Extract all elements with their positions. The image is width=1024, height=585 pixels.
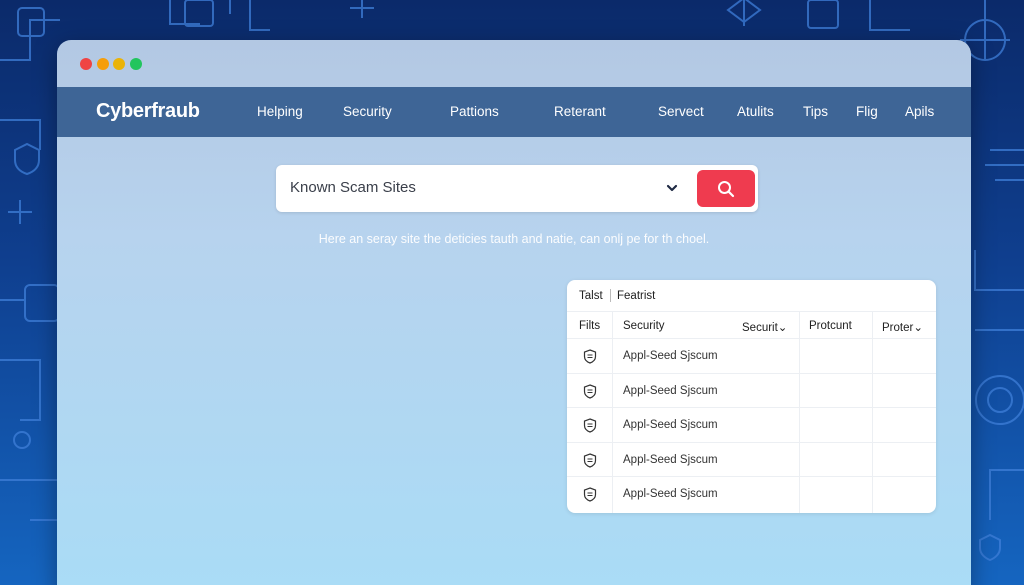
extra-window-button[interactable] <box>113 58 125 70</box>
column-header-proter[interactable]: Proter⌄ <box>882 320 923 334</box>
column-header-filts[interactable]: Filts <box>579 320 600 332</box>
title-bar <box>57 40 971 87</box>
browser-window: Cyberfraub Helping Security Pattions Ret… <box>57 40 971 585</box>
shield-icon <box>583 418 597 433</box>
nav-item-flig[interactable]: Flig <box>856 104 878 119</box>
nav-item-security[interactable]: Security <box>343 104 392 119</box>
top-navbar: Cyberfraub Helping Security Pattions Ret… <box>57 87 971 137</box>
tab-divider <box>610 289 611 302</box>
column-header-protcunt[interactable]: Protcunt <box>809 320 852 332</box>
search-input[interactable]: Known Scam Sites <box>290 179 416 196</box>
nav-item-helping[interactable]: Helping <box>257 104 303 119</box>
nav-item-reterant[interactable]: Reterant <box>554 104 606 119</box>
shield-icon <box>583 452 597 468</box>
table-row[interactable]: Appl-Seed Sjscum <box>567 408 936 443</box>
table-row[interactable]: Appl-Seed Sjscum <box>567 339 936 374</box>
tab-featrist[interactable]: Featrist <box>617 290 655 302</box>
maximize-button[interactable] <box>130 58 142 70</box>
search-icon <box>718 181 735 198</box>
nav-item-tips[interactable]: Tips <box>803 104 828 119</box>
shield-icon <box>583 487 597 502</box>
nav-item-pattions[interactable]: Pattions <box>450 104 499 119</box>
results-panel: Talst Featrist Filts Security Securit⌄ P… <box>567 280 936 513</box>
nav-item-apils[interactable]: Apils <box>905 104 934 119</box>
table-row[interactable]: Appl-Seed Sjscum <box>567 374 936 408</box>
search-button[interactable] <box>697 170 755 207</box>
brand-logo[interactable]: Cyberfraub <box>96 100 200 123</box>
chevron-down-icon[interactable] <box>666 182 678 194</box>
row-site-name: Appl-Seed Sjscum <box>623 419 718 431</box>
close-button[interactable] <box>80 58 92 70</box>
shield-icon <box>583 349 597 364</box>
nav-item-atulits[interactable]: Atulits <box>737 104 774 119</box>
table-header: Filts Security Securit⌄ Protcunt Proter⌄ <box>567 311 936 339</box>
column-header-security-sort[interactable]: Securit⌄ <box>742 320 787 334</box>
row-site-name: Appl-Seed Sjscum <box>623 384 718 397</box>
table-row[interactable]: Appl-Seed Sjscum <box>567 477 936 512</box>
minimize-button[interactable] <box>97 58 109 70</box>
nav-item-servect[interactable]: Servect <box>658 104 704 119</box>
table-row[interactable]: Appl-Seed Sjscum <box>567 443 936 477</box>
row-site-name: Appl-Seed Sjscum <box>623 350 718 362</box>
panel-tabs: Talst Featrist <box>567 280 936 311</box>
shield-icon <box>583 383 597 399</box>
tab-talst[interactable]: Talst <box>579 290 603 302</box>
row-site-name: Appl-Seed Sjscum <box>623 453 718 466</box>
search-hint-text: Here an seray site the deticies tauth an… <box>318 232 710 246</box>
column-header-security[interactable]: Security <box>623 320 665 332</box>
row-site-name: Appl-Seed Sjscum <box>623 488 718 500</box>
search-bar: Known Scam Sites <box>276 165 758 212</box>
